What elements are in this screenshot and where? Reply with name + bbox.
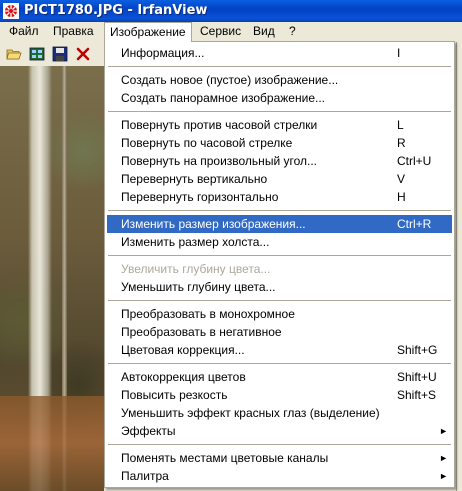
menu-separator — [108, 300, 451, 301]
menu-separator — [108, 66, 451, 67]
menu-tools[interactable]: Сервис — [195, 22, 246, 42]
image-menu-dropdown: Информация... I Создать новое (пустое) и… — [104, 41, 455, 488]
menu-item-effects[interactable]: Эффекты ► — [107, 422, 452, 440]
menu-item-information[interactable]: Информация... I — [107, 44, 452, 62]
menu-item-color-corrections[interactable]: Цветовая коррекция... Shift+G — [107, 341, 452, 359]
title-bar: PICT1780.JPG - IrfanView — [0, 0, 462, 22]
menu-separator — [108, 255, 451, 256]
menu-item-canvas-size[interactable]: Изменить размер холста... — [107, 233, 452, 251]
menu-item-red-eye-reduction[interactable]: Уменьшить эффект красных глаз (выделение… — [107, 404, 452, 422]
thumbnails-icon[interactable] — [29, 46, 45, 62]
window-edge — [456, 42, 462, 491]
menu-separator — [108, 444, 451, 445]
menu-item-convert-grayscale[interactable]: Преобразовать в монохромное — [107, 305, 452, 323]
menu-item-decrease-color-depth[interactable]: Уменьшить глубину цвета... — [107, 278, 452, 296]
window-title: PICT1780.JPG - IrfanView — [24, 3, 208, 18]
menu-item-resize-image[interactable]: Изменить размер изображения... Ctrl+R — [107, 215, 452, 233]
save-icon[interactable] — [52, 46, 68, 62]
submenu-arrow-icon: ► — [439, 453, 448, 463]
submenu-arrow-icon: ► — [439, 426, 448, 436]
menu-file[interactable]: Файл — [4, 22, 44, 42]
menu-item-create-new-image[interactable]: Создать новое (пустое) изображение... — [107, 71, 452, 89]
delete-icon[interactable] — [75, 46, 91, 62]
menu-item-palette[interactable]: Палитра ► — [107, 467, 452, 485]
menu-help[interactable]: ? — [284, 22, 301, 42]
menu-item-auto-adjust-colors[interactable]: Автокоррекция цветов Shift+U — [107, 368, 452, 386]
menu-item-rotate-right[interactable]: Повернуть по часовой стрелке R — [107, 134, 452, 152]
menu-separator — [108, 111, 451, 112]
menu-edit[interactable]: Правка — [48, 22, 99, 42]
menu-item-rotate-left[interactable]: Повернуть против часовой стрелки L — [107, 116, 452, 134]
photo-detail — [0, 396, 104, 491]
open-folder-icon[interactable] — [6, 46, 22, 62]
menu-view[interactable]: Вид — [248, 22, 280, 42]
irfanview-app-icon[interactable] — [3, 3, 19, 19]
menu-item-flip-vertical[interactable]: Перевернуть вертикально V — [107, 170, 452, 188]
image-canvas[interactable] — [0, 66, 104, 491]
menu-separator — [108, 363, 451, 364]
menu-item-negative[interactable]: Преобразовать в негативное — [107, 323, 452, 341]
menu-item-sharpen[interactable]: Повысить резкость Shift+S — [107, 386, 452, 404]
menu-item-create-panorama[interactable]: Создать панорамное изображение... — [107, 89, 452, 107]
menu-item-flip-horizontal[interactable]: Перевернуть горизонтально H — [107, 188, 452, 206]
menu-image[interactable]: Изображение — [104, 22, 192, 42]
menu-separator — [108, 210, 451, 211]
menu-item-increase-color-depth: Увеличить глубину цвета... — [121, 262, 271, 276]
menu-item-swap-colors[interactable]: Поменять местами цветовые каналы ► — [107, 449, 452, 467]
menu-item-custom-rotation[interactable]: Повернуть на произвольный угол... Ctrl+U — [107, 152, 452, 170]
toolbar — [0, 42, 104, 67]
submenu-arrow-icon: ► — [439, 471, 448, 481]
menu-bar: Файл Правка Изображение Сервис Вид ? — [0, 22, 462, 42]
